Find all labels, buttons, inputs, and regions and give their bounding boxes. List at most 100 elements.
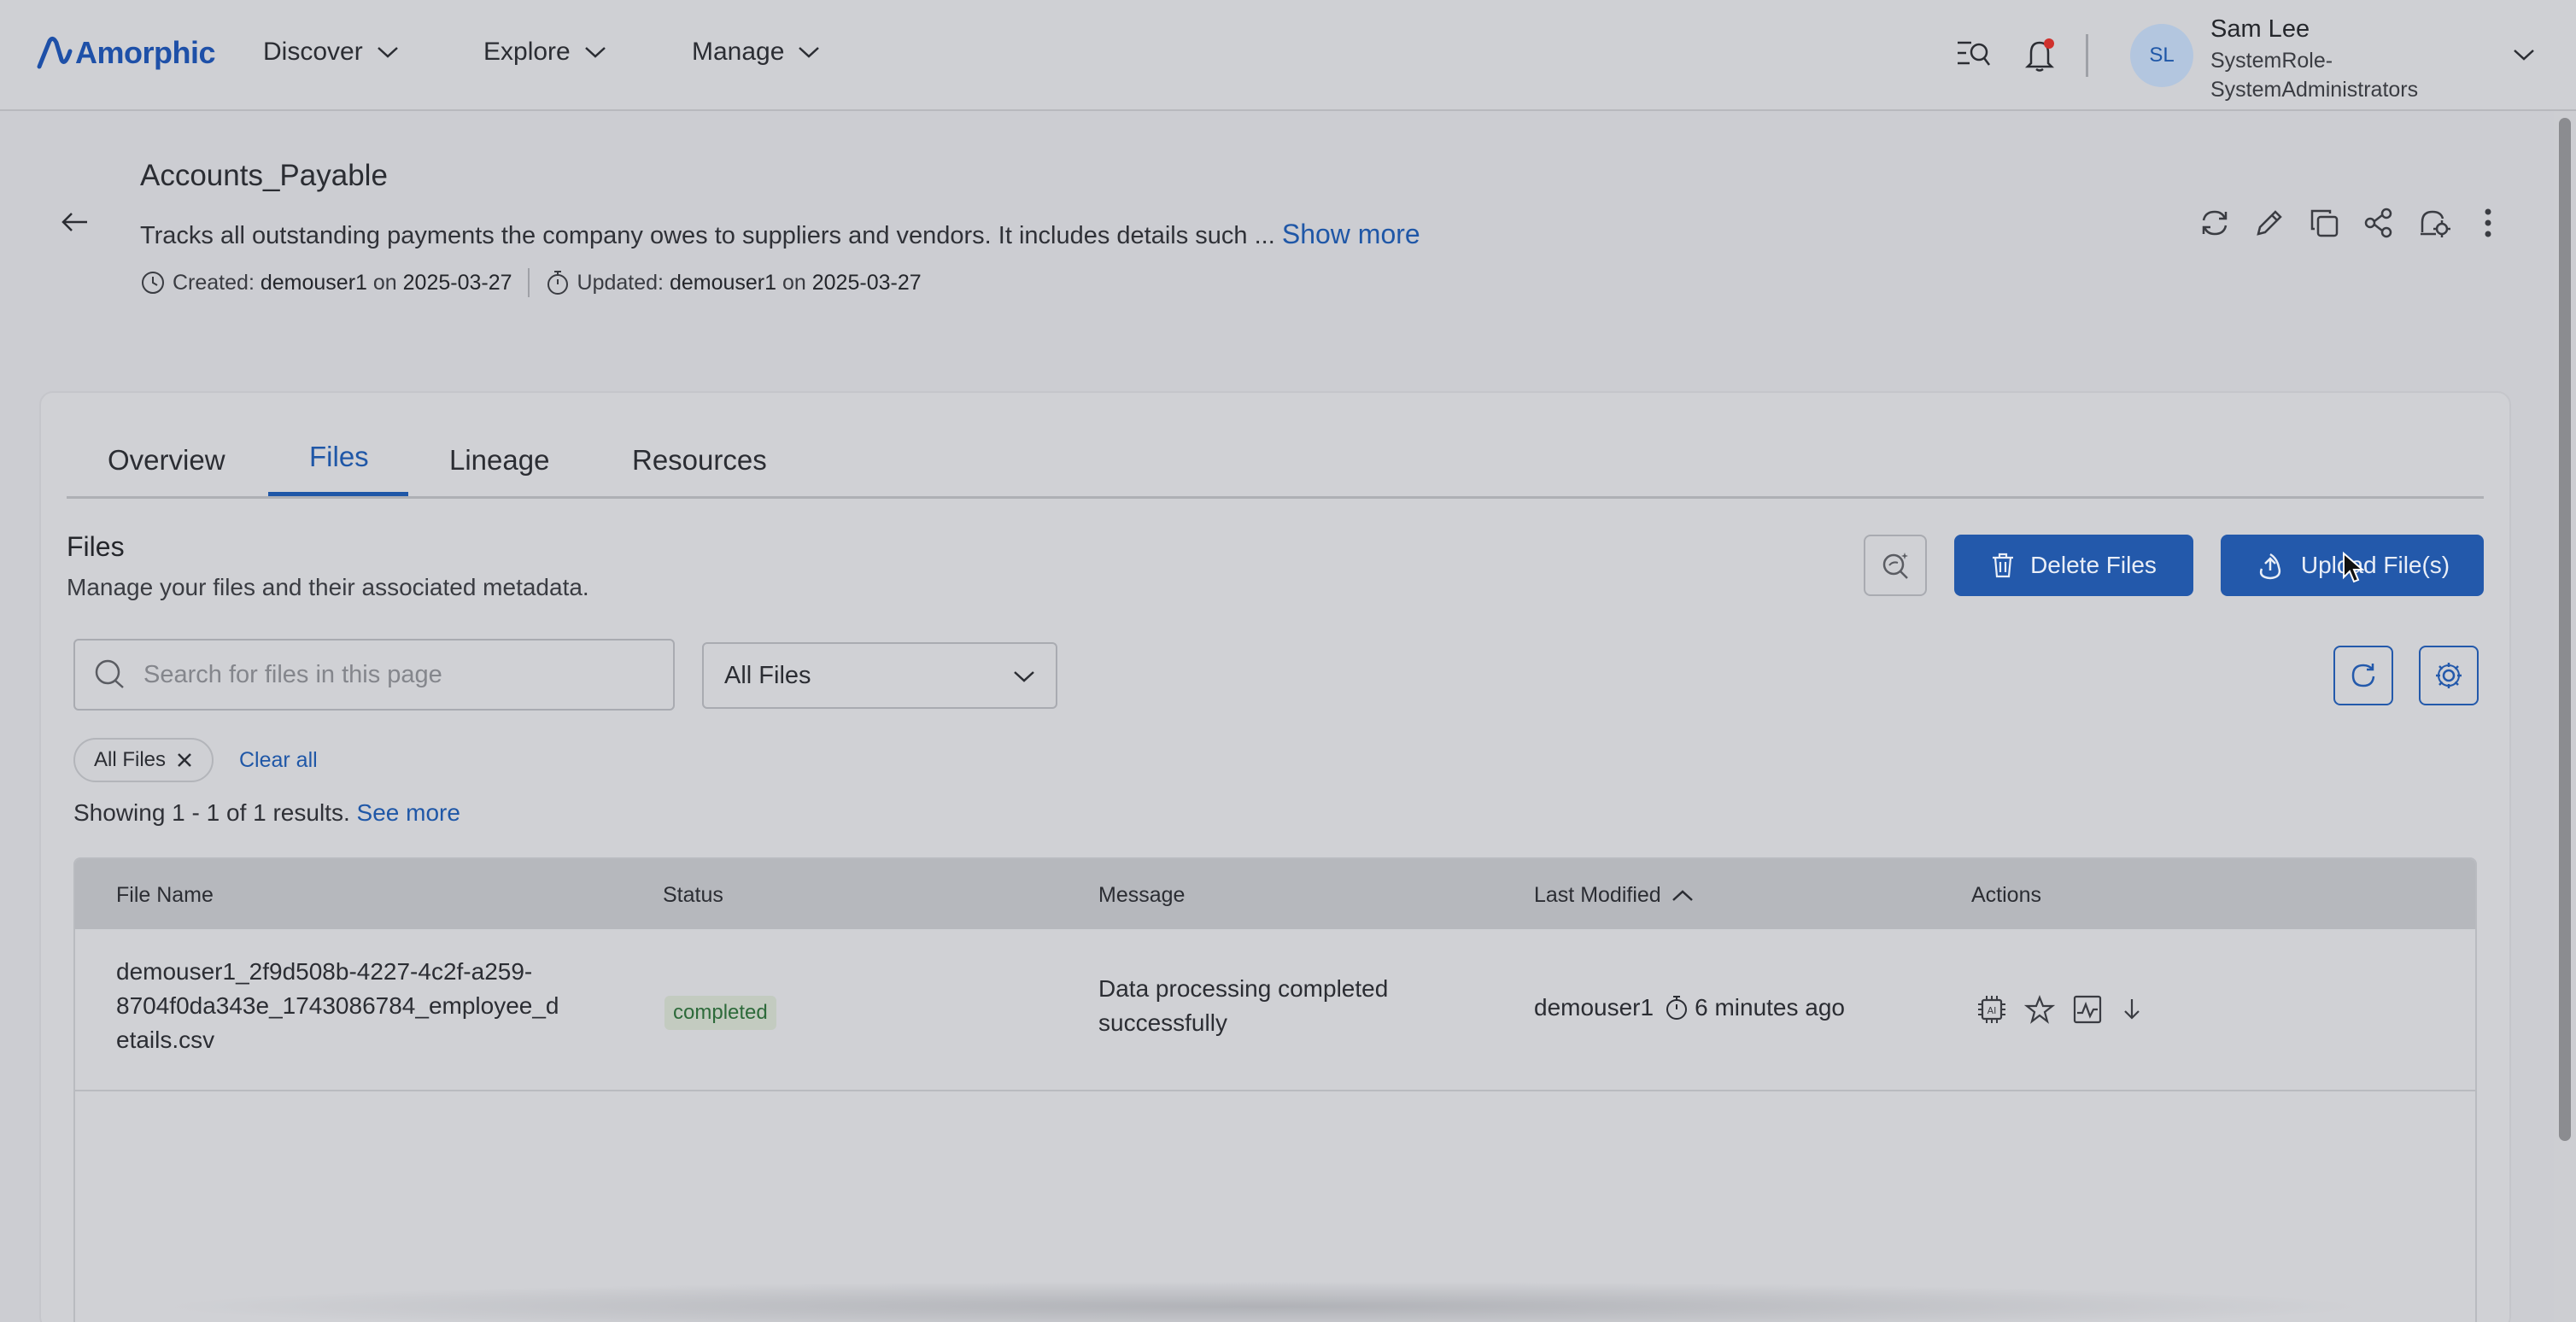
- page-scrollbar-thumb[interactable]: [2559, 118, 2571, 1141]
- column-header-last-modified[interactable]: Last Modified: [1534, 883, 1694, 908]
- file-name-cell[interactable]: demouser1_2f9d508b-4227-4c2f-a259- 8704f…: [116, 955, 612, 1057]
- file-filter-select[interactable]: All Files: [702, 642, 1057, 709]
- nav-explore[interactable]: Explore: [483, 38, 606, 67]
- column-header-status[interactable]: Status: [663, 883, 723, 908]
- refresh-icon[interactable]: [2198, 207, 2231, 239]
- column-header-file-name[interactable]: File Name: [116, 883, 214, 908]
- status-badge: completed: [664, 996, 776, 1030]
- section-subtitle: Manage your files and their associated m…: [67, 574, 589, 600]
- mouse-cursor-icon: [2342, 552, 2364, 584]
- updated-on-word: on: [782, 270, 806, 295]
- refresh-icon: [2351, 664, 2375, 687]
- nav-discover-label: Discover: [263, 38, 363, 66]
- table-row[interactable]: demouser1_2f9d508b-4227-4c2f-a259- 8704f…: [75, 929, 2475, 1091]
- chevron-down-icon: [584, 47, 606, 58]
- search-list-icon[interactable]: [1956, 39, 1990, 68]
- nav-discover[interactable]: Discover: [263, 38, 399, 67]
- dataset-meta: Created: demouser1 on 2025-03-27 Updated…: [140, 268, 922, 297]
- modified-ago: 6 minutes ago: [1695, 994, 1845, 1021]
- star-icon[interactable]: [2024, 994, 2055, 1025]
- upload-icon: [2259, 553, 2280, 580]
- share-icon[interactable]: [2362, 207, 2395, 239]
- edit-icon[interactable]: [2253, 207, 2286, 239]
- tab-resources[interactable]: Resources: [632, 444, 767, 477]
- files-table: File Name Status Message Last Modified A…: [73, 857, 2477, 1322]
- user-role-line-2: SystemAdministrators: [2210, 78, 2419, 102]
- created-by: demouser1: [260, 270, 367, 295]
- trash-icon: [1993, 553, 2014, 578]
- chart-icon[interactable]: [2072, 994, 2103, 1025]
- file-name-line: demouser1_2f9d508b-4227-4c2f-a259-: [116, 958, 533, 985]
- user-menu-chevron-icon[interactable]: [2513, 48, 2535, 61]
- results-summary: Showing 1 - 1 of 1 results. See more: [73, 799, 460, 827]
- meta-divider: [527, 268, 530, 297]
- download-icon[interactable]: [2122, 994, 2142, 1025]
- last-modified-cell: demouser1 6 minutes ago: [1534, 991, 1845, 1025]
- ai-chip-icon[interactable]: AI: [1976, 994, 2007, 1025]
- clock-icon: [142, 272, 164, 294]
- bottom-shadow: [154, 1281, 2374, 1322]
- top-navigation-bar: Amorphic Discover Explore Manage SL Sam …: [0, 0, 2576, 111]
- ai-search-button[interactable]: [1864, 535, 1927, 596]
- close-icon[interactable]: [176, 752, 193, 769]
- timer-icon: [547, 271, 568, 295]
- show-more-link[interactable]: Show more: [1282, 219, 1420, 249]
- search-icon: [95, 659, 124, 688]
- search-input[interactable]: [143, 660, 639, 689]
- nav-explore-label: Explore: [483, 38, 571, 66]
- settings-bell-icon[interactable]: [2417, 207, 2451, 241]
- gear-icon: [2436, 663, 2462, 688]
- chevron-down-icon: [1014, 671, 1034, 682]
- created-label: Created:: [173, 270, 255, 295]
- file-name-line: 8704f0da343e_1743086784_employee_d: [116, 992, 559, 1019]
- avatar[interactable]: SL: [2130, 24, 2193, 87]
- chevron-down-icon: [377, 47, 398, 58]
- updated-by: demouser1: [669, 270, 777, 295]
- table-settings-button[interactable]: [2419, 646, 2479, 705]
- tab-files[interactable]: Files: [309, 441, 369, 473]
- tab-lineage[interactable]: Lineage: [449, 444, 549, 477]
- filter-chip: All Files: [73, 738, 214, 782]
- description-text: Tracks all outstanding payments the comp…: [140, 222, 1282, 249]
- file-name-line: etails.csv: [116, 1027, 215, 1053]
- message-cell: Data processing completed successfully: [1098, 972, 1508, 1040]
- back-arrow-icon[interactable]: [60, 210, 89, 234]
- created-date: 2025-03-27: [402, 270, 512, 295]
- amorphic-logo[interactable]: Amorphic: [36, 34, 216, 72]
- user-role-line-1: SystemRole-: [2210, 49, 2333, 73]
- column-header-message[interactable]: Message: [1098, 883, 1185, 908]
- user-name: Sam Lee: [2210, 15, 2310, 43]
- updated-label: Updated:: [577, 270, 664, 295]
- clear-all-link[interactable]: Clear all: [239, 748, 318, 773]
- results-count-text: Showing 1 - 1 of 1 results.: [73, 799, 350, 826]
- see-more-link[interactable]: See more: [357, 799, 460, 826]
- updated-date: 2025-03-27: [811, 270, 922, 295]
- modified-by: demouser1: [1534, 994, 1654, 1021]
- active-tab-indicator: [268, 492, 408, 496]
- user-role: SystemRole- SystemAdministrators: [2210, 46, 2467, 104]
- copy-icon[interactable]: [2308, 207, 2340, 239]
- amorphic-logo-icon: [37, 36, 73, 69]
- filter-chip-label: All Files: [94, 748, 167, 771]
- notification-dot: [2044, 38, 2054, 49]
- refresh-files-button[interactable]: [2333, 646, 2393, 705]
- tab-bar: Overview Files Lineage Resources: [67, 436, 2484, 499]
- file-filter-value: All Files: [724, 661, 811, 689]
- nav-manage[interactable]: Manage: [692, 38, 820, 67]
- table-header: File Name Status Message Last Modified A…: [75, 859, 2475, 929]
- svg-text:AI: AI: [1988, 1005, 1997, 1016]
- logo-text: Amorphic: [75, 35, 216, 70]
- bell-icon[interactable]: [2024, 38, 2055, 72]
- section-title: Files: [67, 531, 125, 562]
- ai-search-icon: [1882, 553, 1908, 579]
- timer-icon: [1666, 996, 1688, 1020]
- message-line: Data processing completed: [1098, 975, 1389, 1002]
- created-on-word: on: [372, 270, 397, 295]
- delete-files-button[interactable]: Delete Files: [1954, 535, 2193, 596]
- upload-files-label: Upload File(s): [2300, 552, 2450, 578]
- more-vertical-icon[interactable]: [2482, 207, 2494, 239]
- sort-ascending-icon: [1671, 889, 1693, 901]
- tab-overview[interactable]: Overview: [108, 444, 225, 477]
- page-title: Accounts_Payable: [140, 159, 388, 192]
- column-header-actions: Actions: [1971, 883, 2041, 907]
